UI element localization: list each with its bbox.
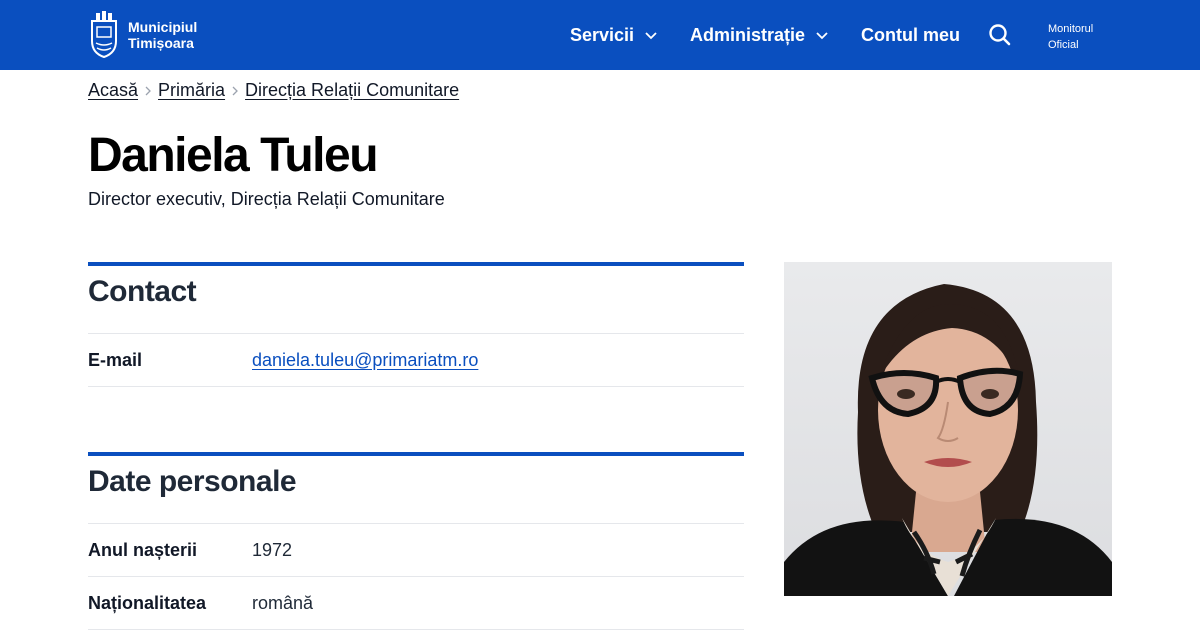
nav-administratie-label: Administrație (690, 24, 806, 45)
contact-section: Contact E-mail daniela.tuleu@primariatm.… (88, 262, 744, 387)
profile-photo (784, 262, 1112, 596)
personal-row-birth-year: Anul nașterii 1972 (88, 524, 744, 577)
email-label: E-mail (88, 349, 143, 370)
breadcrumb-directia[interactable]: Direcția Relații Comunitare (245, 80, 459, 101)
nationality-value: română (252, 592, 314, 613)
site-header: Municipiul Timișoara Servicii Administra… (0, 0, 1200, 70)
personal-row-nationality: Naționalitatea română (88, 577, 744, 630)
birth-year-label: Anul nașterii (88, 539, 198, 560)
logo-line-2: Timișoara (128, 35, 194, 51)
nav-contul-meu-label: Contul meu (861, 24, 960, 45)
monitorul-oficial-link[interactable]: Monitorul Oficial (1048, 21, 1093, 53)
site-logo[interactable]: Municipiul Timișoara (88, 11, 197, 59)
chevron-down-icon (816, 32, 828, 40)
nav-administratie[interactable]: Administrație (690, 0, 829, 70)
contact-section-title: Contact (88, 266, 744, 334)
chevron-down-icon (645, 32, 657, 40)
chevron-right-icon (225, 81, 245, 101)
nav-contul-meu[interactable]: Contul meu (861, 0, 960, 70)
chevron-right-icon (138, 81, 158, 101)
nationality-label: Naționalitatea (88, 592, 207, 613)
page-subtitle: Director executiv, Direcția Relații Comu… (88, 189, 445, 209)
monitor-line-2: Oficial (1048, 39, 1079, 51)
birth-year-value: 1972 (252, 539, 293, 560)
breadcrumb-acasa[interactable]: Acasă (88, 80, 138, 101)
nav-servicii-label: Servicii (570, 24, 635, 45)
monitor-line-1: Monitorul (1048, 23, 1094, 35)
personal-data-section: Date personale Anul nașterii 1972 Națion… (88, 452, 744, 630)
contact-row-email: E-mail daniela.tuleu@primariatm.ro (88, 334, 744, 387)
city-crest-icon (91, 11, 117, 59)
personal-section-title: Date personale (88, 456, 744, 524)
breadcrumb-primaria[interactable]: Primăria (158, 80, 225, 101)
page-title: Daniela Tuleu (88, 129, 379, 182)
email-link[interactable]: daniela.tuleu@primariatm.ro (252, 350, 478, 371)
breadcrumb: Acasă Primăria Direcția Relații Comunita… (88, 80, 459, 101)
nav-servicii[interactable]: Servicii (570, 0, 658, 70)
search-icon[interactable] (986, 21, 1014, 49)
logo-line-1: Municipiul (128, 19, 198, 35)
